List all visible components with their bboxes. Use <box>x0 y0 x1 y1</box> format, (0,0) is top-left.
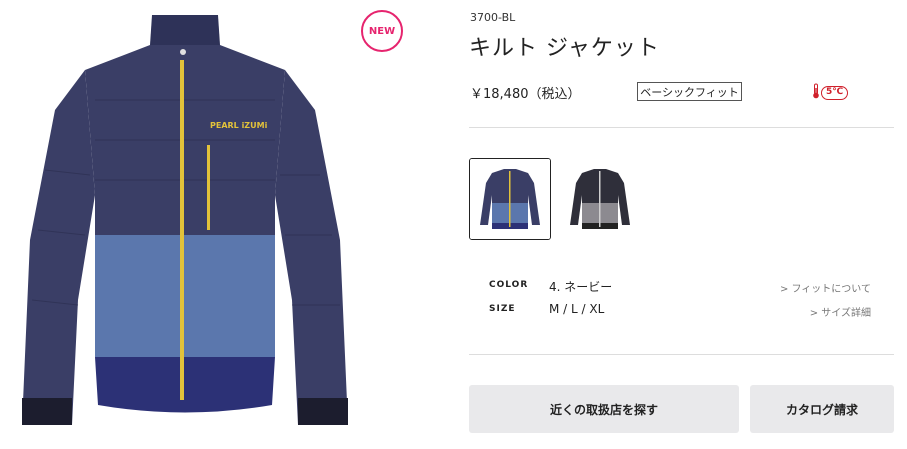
brand-logo: PEARL iZUMi <box>210 121 268 130</box>
color-swatch-gray[interactable] <box>559 158 641 240</box>
size-details-link[interactable]: > サイズ詳細 <box>810 304 871 319</box>
new-badge: NEW <box>361 10 403 52</box>
find-store-button[interactable]: 近くの取扱店を探す <box>469 385 739 433</box>
product-sku: 3700-BL <box>470 11 516 24</box>
color-swatch-navy[interactable] <box>469 158 551 240</box>
product-price: ￥18,480（税込） <box>470 87 581 102</box>
color-value: 4. ネービー <box>549 280 613 294</box>
product-image: PEARL iZUMi <box>0 0 410 449</box>
size-label: SIZE <box>489 304 516 314</box>
fit-badge: ベーシックフィット <box>637 82 742 101</box>
color-label: COLOR <box>489 280 529 290</box>
divider <box>469 354 894 355</box>
temperature-value: 5℃ <box>821 86 849 100</box>
catalog-request-button[interactable]: カタログ請求 <box>750 385 894 433</box>
thermometer-icon <box>812 83 820 103</box>
product-title: キルト ジャケット <box>469 36 660 61</box>
temperature-badge: 5℃ <box>812 83 849 103</box>
divider <box>469 127 894 128</box>
fit-info-link[interactable]: > フィットについて <box>780 280 871 295</box>
size-value: M / L / XL <box>549 302 605 316</box>
